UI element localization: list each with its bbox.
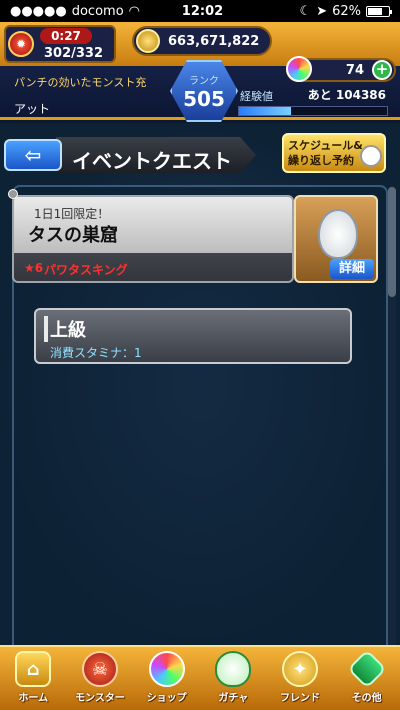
monster-icon: ☠ [82, 651, 118, 687]
other-menu-icon [346, 649, 387, 689]
moon-icon: ☾ [299, 3, 312, 19]
nav-shop[interactable]: ショップ [133, 647, 200, 710]
scrollbar-thumb[interactable] [388, 187, 396, 297]
nav-monster-label: モンスター [75, 693, 125, 704]
schedule-button[interactable]: スケジュール& 繰り返し予約 [282, 133, 386, 173]
carrier-label: docomo [71, 3, 124, 19]
exp-remaining: あと 104386 [307, 88, 386, 102]
rank-value: 505 [183, 86, 225, 111]
detail-button[interactable]: 詳細 [330, 259, 374, 279]
gold-panel: 663,671,822 [132, 26, 272, 56]
stamina-value: 302/332 [44, 46, 104, 61]
event-quest-screen: ⇦ イベントクエスト スケジュール& 繰り返し予約 1日1回限定！ タスの巣窟 … [0, 123, 400, 705]
user-name: アット [14, 102, 51, 116]
clock: 12:02 [181, 3, 224, 19]
carrier: ●●●●● docomo ◠ [10, 4, 140, 19]
home-icon: ⌂ [15, 651, 52, 687]
wifi-icon: ◠ [128, 3, 140, 19]
quest-boss-name: パワタスキング [44, 263, 128, 277]
difficulty-button-advanced[interactable]: 上級 消費スタミナ：1 [34, 308, 352, 364]
back-button[interactable]: ⇦ [4, 139, 62, 171]
difficulty-name: 上級 [50, 320, 86, 341]
rank-badge: ランク 505 [170, 60, 238, 122]
page-title: イベントクエスト [72, 149, 232, 173]
shop-orb-icon [148, 651, 185, 687]
quest-thumbnail[interactable]: 詳細 [294, 195, 378, 283]
battery-label: 62% [332, 3, 361, 19]
nav-gacha[interactable]: ガチャ [200, 647, 267, 710]
pin-icon [8, 189, 18, 199]
add-orb-button[interactable]: + [372, 60, 392, 80]
screen-header: ⇦ イベントクエスト スケジュール& 繰り返し予約 [0, 131, 400, 179]
bonus-text: パンチの効いたモンスト充 [14, 76, 147, 89]
nav-monster[interactable]: ☠ モンスター [67, 647, 134, 710]
nav-home[interactable]: ⌂ ホーム [0, 647, 67, 710]
orb-value: 74 [345, 62, 364, 78]
stamina-icon: ✹ [8, 31, 34, 57]
gacha-egg-icon [215, 651, 252, 687]
exp-label: 経験値 [240, 90, 273, 103]
status-bar: ●●●●● docomo ◠ 12:02 ☾ ➤ 62% [0, 0, 400, 22]
quest-name: タスの巣窟 [28, 225, 118, 246]
bottom-nav: ⌂ ホーム ☠ モンスター ショップ ガチャ ✦ フレンド その他 [0, 645, 400, 710]
friend-icon: ✦ [282, 651, 319, 687]
stamina-panel[interactable]: ✹ 0:27 302/332 [4, 25, 116, 63]
difficulty-stars: ★6 [24, 261, 44, 275]
exp-bar-fill [239, 107, 291, 115]
quest-card[interactable]: 1日1回限定！ タスの巣窟 ★6 パワタスキング 詳細 [8, 189, 380, 285]
location-icon: ➤ [316, 3, 328, 19]
clock-icon [360, 145, 382, 167]
nav-home-label: ホーム [18, 693, 49, 704]
nav-friend[interactable]: ✦ フレンド [267, 647, 334, 710]
stamina-timer: 0:27 [40, 28, 92, 44]
nav-gacha-label: ガチャ [218, 693, 249, 704]
coin-icon [136, 29, 160, 53]
nav-shop-label: ショップ [146, 693, 187, 704]
battery-icon [366, 5, 392, 17]
top-hud: ✹ 0:27 302/332 663,671,822 74 + パンチの効いたモ… [0, 22, 400, 122]
exp-bar [238, 106, 388, 116]
nav-other-label: その他 [351, 693, 382, 704]
nav-other[interactable]: その他 [333, 647, 400, 710]
stamina-cost: 消費スタミナ：1 [50, 346, 142, 360]
orb-icon [286, 56, 312, 82]
quest-limit-label: 1日1回限定！ [34, 207, 110, 221]
signal-icon: ●●●●● [10, 3, 67, 19]
status-right: ☾ ➤ 62% [265, 3, 392, 19]
rank-label: ランク [189, 75, 219, 87]
egg-monster-icon [318, 209, 358, 259]
gold-value: 663,671,822 [168, 33, 260, 49]
quest-banner[interactable]: 1日1回限定！ タスの巣窟 ★6 パワタスキング [12, 195, 294, 283]
nav-friend-label: フレンド [280, 693, 321, 704]
